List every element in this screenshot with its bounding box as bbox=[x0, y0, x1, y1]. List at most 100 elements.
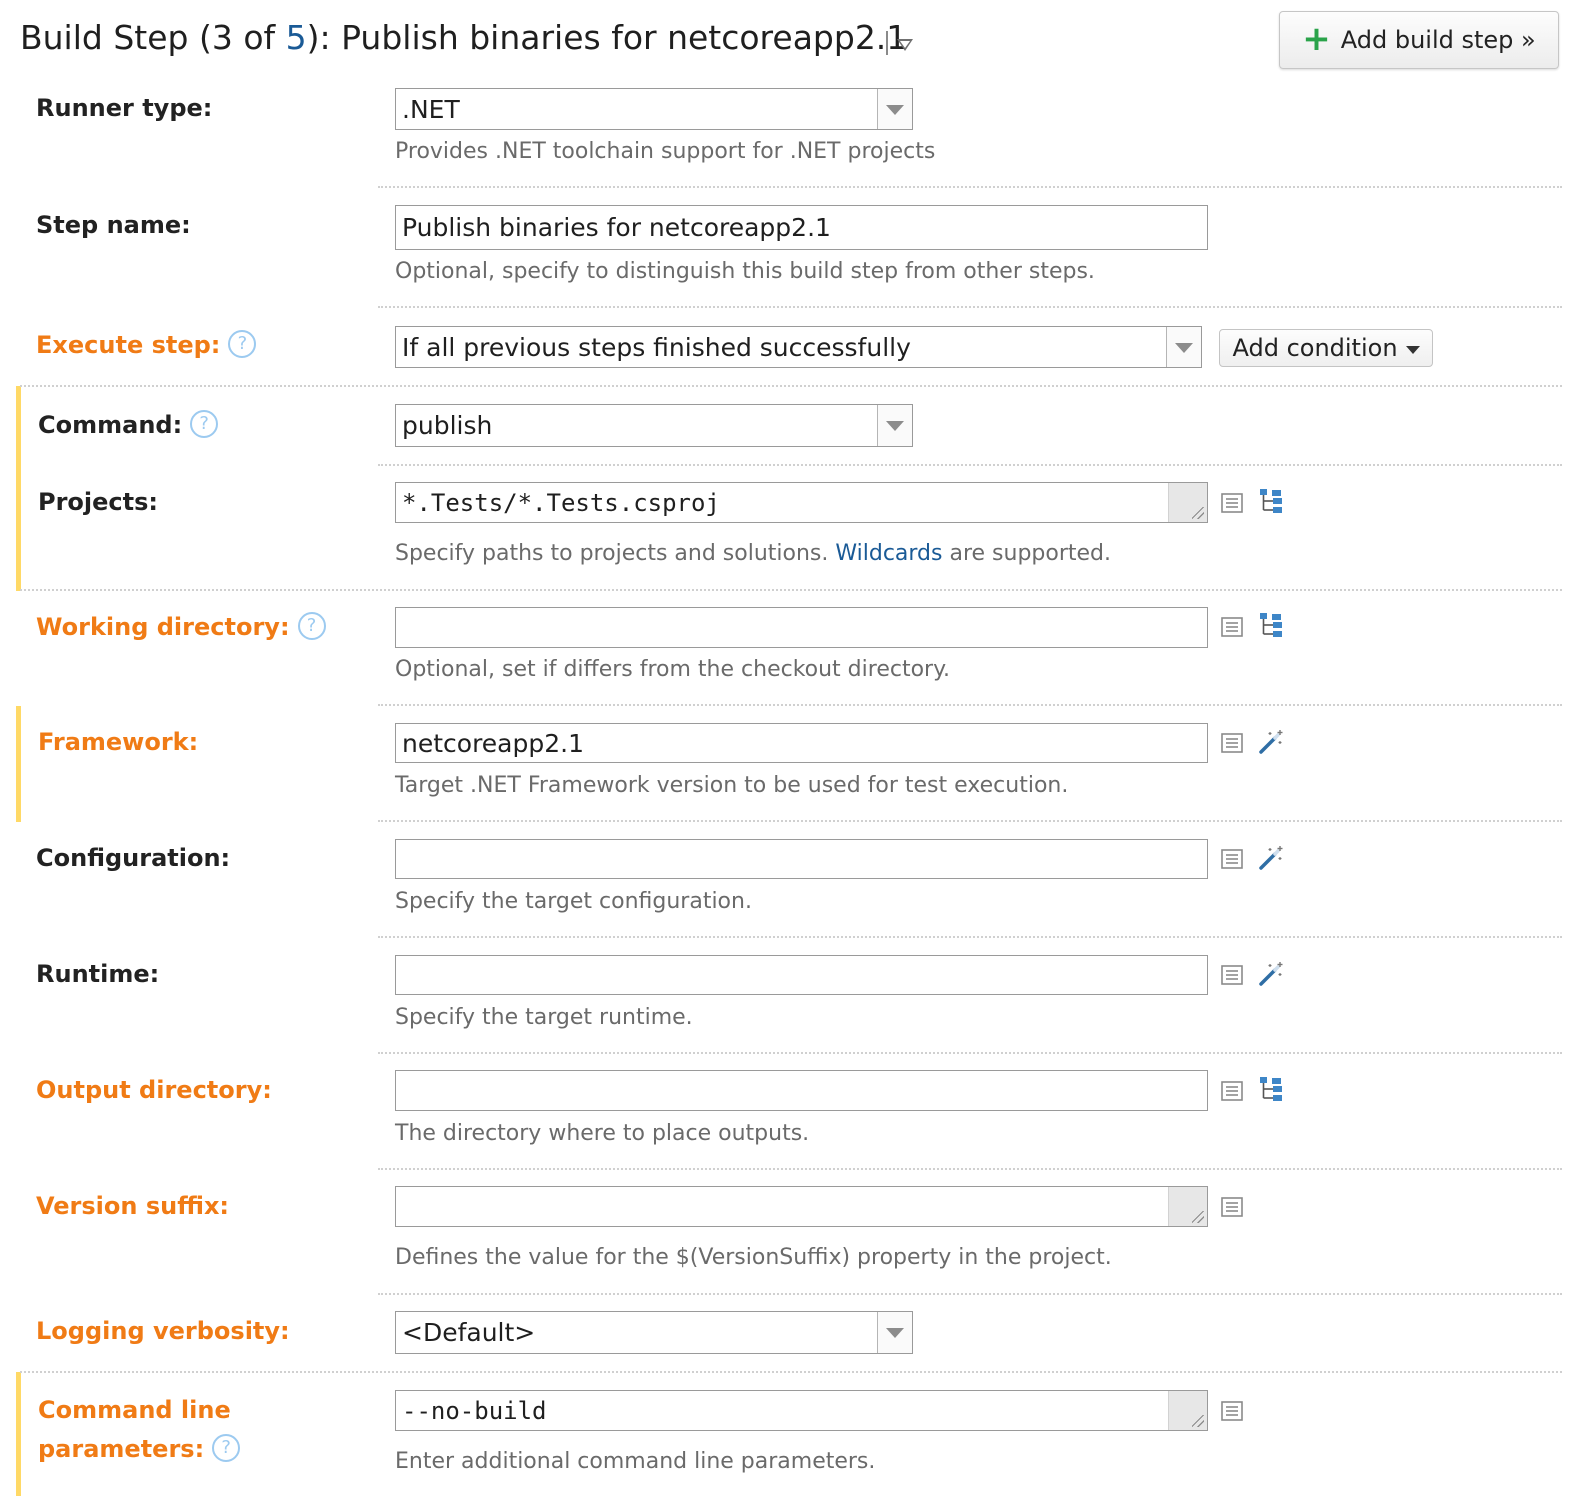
runtime-hint: Specify the target runtime. bbox=[395, 1005, 693, 1030]
chevron-down-icon[interactable] bbox=[877, 89, 912, 129]
output-directory-input[interactable] bbox=[395, 1070, 1208, 1111]
runner-type-label: Runner type: bbox=[36, 94, 213, 122]
configuration-label: Configuration: bbox=[36, 844, 231, 872]
command-line-parameters-label-line2: parameters: bbox=[38, 1435, 205, 1463]
logging-verbosity-value: <Default> bbox=[402, 1318, 536, 1347]
logging-verbosity-select[interactable]: <Default> bbox=[395, 1311, 913, 1354]
resize-handle[interactable] bbox=[1168, 483, 1207, 522]
wand-icon[interactable] bbox=[1258, 729, 1284, 755]
resize-handle[interactable] bbox=[1168, 1391, 1207, 1430]
step-name-label: Step name: bbox=[36, 211, 191, 239]
add-condition-label: Add condition bbox=[1232, 334, 1398, 362]
wand-icon[interactable] bbox=[1258, 845, 1284, 871]
divider bbox=[20, 1371, 1562, 1373]
framework-input[interactable]: netcoreapp2.1 bbox=[395, 723, 1208, 763]
output-directory-label: Output directory: bbox=[36, 1076, 272, 1104]
divider bbox=[378, 936, 1562, 938]
projects-hint: Specify paths to projects and solutions.… bbox=[395, 538, 1111, 570]
working-directory-hint: Optional, set if differs from the checko… bbox=[395, 657, 950, 682]
projects-label: Projects: bbox=[38, 488, 158, 516]
add-build-step-button[interactable]: + Add build step » bbox=[1279, 11, 1559, 69]
execute-step-select[interactable]: If all previous steps finished successfu… bbox=[395, 326, 1202, 368]
list-icon[interactable] bbox=[1219, 1398, 1245, 1424]
framework-value: netcoreapp2.1 bbox=[402, 728, 584, 758]
wand-icon[interactable] bbox=[1258, 961, 1284, 987]
tree-icon[interactable] bbox=[1259, 488, 1285, 514]
divider bbox=[378, 1052, 1562, 1054]
version-suffix-hint: Defines the value for the $(VersionSuffi… bbox=[395, 1245, 1112, 1270]
command-line-parameters-textarea[interactable]: --no-build bbox=[395, 1390, 1208, 1431]
configuration-input[interactable] bbox=[395, 839, 1208, 879]
runner-type-value: .NET bbox=[402, 94, 460, 124]
list-icon[interactable] bbox=[1219, 730, 1245, 756]
divider bbox=[378, 1293, 1562, 1295]
version-suffix-textarea[interactable] bbox=[395, 1186, 1208, 1227]
runner-type-select[interactable]: .NET bbox=[395, 88, 913, 130]
title-step-total-link[interactable]: 5 bbox=[286, 18, 307, 57]
runtime-label: Runtime: bbox=[36, 960, 160, 988]
changed-group-marker bbox=[16, 386, 21, 591]
resize-handle[interactable] bbox=[1168, 1187, 1207, 1226]
runner-type-hint: Provides .NET toolchain support for .NET… bbox=[395, 139, 936, 164]
add-build-step-label: Add build step » bbox=[1340, 26, 1536, 54]
projects-hint-text: Specify paths to projects and solutions. bbox=[395, 541, 836, 566]
separator-bar bbox=[886, 31, 888, 55]
list-icon[interactable] bbox=[1219, 1078, 1245, 1104]
output-directory-hint: The directory where to place outputs. bbox=[395, 1121, 810, 1146]
list-icon[interactable] bbox=[1219, 846, 1245, 872]
runtime-input[interactable] bbox=[395, 955, 1208, 995]
working-directory-label-text: Working directory: bbox=[36, 613, 290, 641]
wildcards-link[interactable]: Wildcards bbox=[835, 541, 942, 566]
add-condition-button[interactable]: Add condition bbox=[1219, 329, 1433, 367]
tree-icon[interactable] bbox=[1259, 612, 1285, 638]
divider bbox=[378, 464, 1562, 466]
page-title: Build Step (3 of 5): Publish binaries fo… bbox=[20, 14, 907, 62]
title-suffix: ): Publish binaries for netcoreapp2.1 bbox=[306, 18, 908, 57]
chevron-down-icon bbox=[897, 39, 913, 51]
divider bbox=[20, 385, 1562, 387]
working-directory-label: Working directory:? bbox=[36, 607, 326, 647]
changed-field-marker bbox=[16, 1372, 21, 1496]
step-menu-toggle[interactable] bbox=[884, 28, 920, 58]
chevron-down-icon[interactable] bbox=[877, 1312, 912, 1353]
list-icon[interactable] bbox=[1219, 962, 1245, 988]
help-icon[interactable]: ? bbox=[190, 410, 219, 438]
projects-hint-tail: are supported. bbox=[942, 541, 1112, 566]
help-icon[interactable]: ? bbox=[297, 612, 326, 640]
chevron-down-icon[interactable] bbox=[1166, 327, 1201, 367]
framework-hint: Target .NET Framework version to be used… bbox=[395, 773, 1069, 798]
title-prefix: Build Step (3 of bbox=[20, 18, 286, 57]
projects-textarea[interactable]: *.Tests/*.Tests.csproj bbox=[395, 482, 1208, 523]
tree-icon[interactable] bbox=[1259, 1076, 1285, 1102]
list-icon[interactable] bbox=[1219, 1194, 1245, 1220]
framework-label: Framework: bbox=[38, 728, 199, 756]
command-select[interactable]: publish bbox=[395, 404, 913, 447]
help-icon[interactable]: ? bbox=[228, 330, 257, 358]
list-icon[interactable] bbox=[1219, 490, 1245, 516]
divider bbox=[378, 820, 1562, 822]
command-label: Command:? bbox=[38, 405, 219, 445]
command-value: publish bbox=[402, 411, 493, 440]
step-name-input[interactable]: Publish binaries for netcoreapp2.1 bbox=[395, 205, 1208, 250]
projects-value: *.Tests/*.Tests.csproj bbox=[402, 488, 720, 517]
configuration-hint: Specify the target configuration. bbox=[395, 889, 752, 914]
command-line-parameters-hint: Enter additional command line parameters… bbox=[395, 1449, 876, 1474]
plus-icon: + bbox=[1302, 18, 1331, 59]
changed-field-marker bbox=[16, 706, 21, 822]
divider bbox=[378, 306, 1562, 308]
command-line-parameters-label: parameters:? bbox=[38, 1429, 241, 1469]
step-name-value: Publish binaries for netcoreapp2.1 bbox=[402, 213, 831, 242]
command-label-text: Command: bbox=[38, 411, 183, 439]
divider bbox=[378, 1168, 1562, 1170]
working-directory-input[interactable] bbox=[395, 607, 1208, 648]
list-icon[interactable] bbox=[1219, 614, 1245, 640]
chevron-down-icon[interactable] bbox=[877, 405, 912, 446]
help-icon[interactable]: ? bbox=[212, 1434, 241, 1462]
execute-step-value: If all previous steps finished successfu… bbox=[402, 332, 911, 362]
step-name-hint: Optional, specify to distinguish this bu… bbox=[395, 259, 1095, 284]
divider bbox=[20, 589, 1562, 591]
logging-verbosity-label: Logging verbosity: bbox=[36, 1317, 290, 1345]
divider bbox=[378, 186, 1562, 188]
caret-down-icon bbox=[1405, 346, 1420, 354]
execute-step-label-text: Execute step: bbox=[36, 331, 221, 359]
